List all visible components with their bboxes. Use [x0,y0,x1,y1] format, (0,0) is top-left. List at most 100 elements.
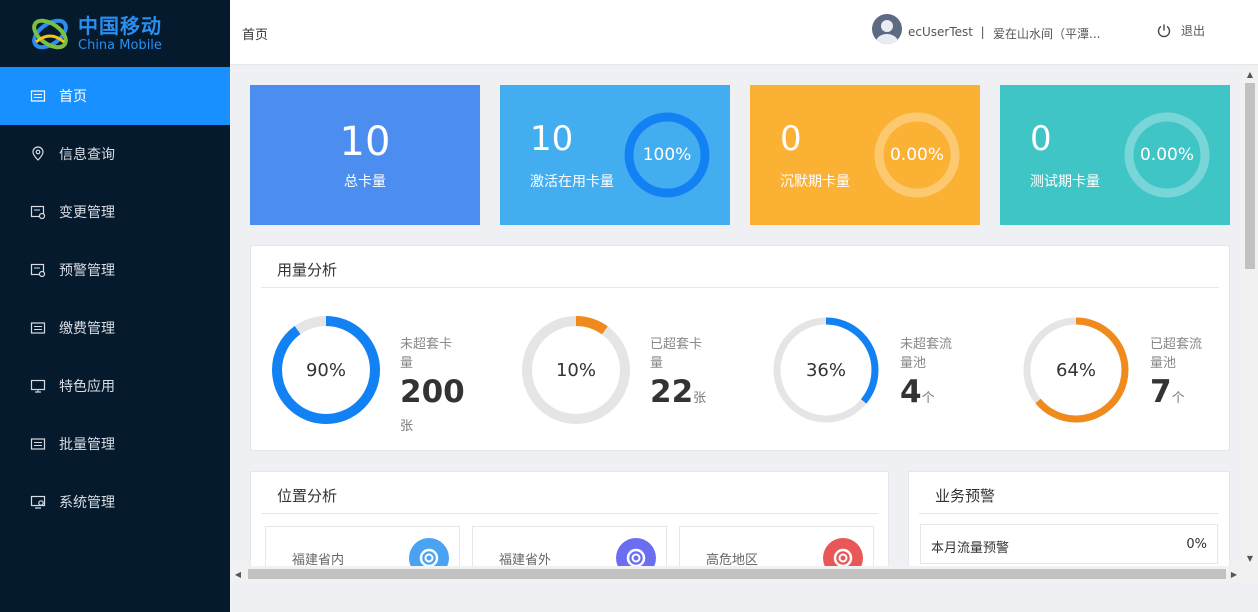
user-avatar-icon [876,20,898,44]
stat-percent: 100% [642,145,692,165]
usage-label: 已超套流量池 [1150,337,1203,371]
breadcrumb[interactable]: 首页 [242,24,268,43]
stat-label: 激活在用卡量 [530,174,614,190]
sidebar-item-label: 缴费管理 [59,321,115,337]
usage-unit: 张 [693,391,707,406]
sidebar-item-info-query[interactable]: 信息查询 [0,125,230,183]
sidebar-item-label: 特色应用 [59,379,115,395]
sidebar-item-batch-management[interactable]: 批量管理 [0,415,230,473]
sidebar-item-label: 变更管理 [59,205,115,221]
location-label: 高危地区 [706,553,759,566]
stat-card-silent[interactable]: 0 沉默期卡量 0.00% [750,85,980,225]
location-panel: 位置分析 福建省内 福建省外 高危地区 [250,471,889,566]
lifebuoy-icon [823,538,863,566]
header-separator: | [980,25,985,39]
usage-value: 22张 [650,374,706,410]
usage-value: 7个 [1150,374,1185,410]
sidebar-item-change-management[interactable]: 变更管理 [0,183,230,241]
lifebuoy-icon [616,538,656,566]
brand-name-cn: 中国移动 [78,13,162,38]
sidebar-item-label: 信息查询 [59,147,115,163]
top-header: 首页 ecUserTest | 爱在山水间（平潭... 退出 [230,0,1258,65]
usage-unit: 个 [921,391,935,406]
location-card[interactable]: 福建省外 [472,526,667,566]
test-ring: 0.00% [1123,111,1211,199]
home-icon [30,88,46,104]
scroll-thumb[interactable] [248,569,1226,579]
vertical-scrollbar[interactable]: ▲ ▼ [1242,66,1258,566]
sidebar-item-home[interactable]: 首页 [0,67,230,125]
china-mobile-logo-icon [32,18,68,49]
scroll-right-icon[interactable]: ▶ [1226,566,1242,582]
sidebar-item-label: 首页 [59,89,87,105]
usage-unit: 个 [1171,391,1185,406]
horizontal-scrollbar[interactable]: ◀ ▶ [230,566,1258,582]
warning-row[interactable]: 本月流量预警 0% [920,524,1218,564]
warning-value: 0% [1186,537,1207,552]
stat-card-total[interactable]: 10 总卡量 [250,85,480,225]
location-card[interactable]: 福建省内 [265,526,460,566]
scroll-thumb[interactable] [1245,83,1255,269]
company-name[interactable]: 爱在山水间（平潭... [993,25,1100,42]
location-label: 福建省内 [292,553,345,566]
stat-label: 测试期卡量 [1030,174,1100,190]
panel-title: 位置分析 [277,487,338,505]
sidebar-item-featured-apps[interactable]: 特色应用 [0,357,230,415]
usage-item[interactable]: 90% 未超套卡量 200 张 [270,314,520,434]
usage-unit: 张 [400,419,414,434]
sidebar-item-alert-management[interactable]: 预警管理 [0,241,230,299]
usage-value-number: 7 [1150,374,1172,410]
logout-button[interactable]: 退出 [1156,22,1205,39]
panel-title: 用量分析 [277,261,338,279]
alert-icon [30,262,46,278]
divider [261,287,1219,288]
monitor-icon [30,378,46,394]
logo[interactable]: 中国移动 China Mobile [0,0,230,67]
stat-value: 0 [780,119,802,159]
avatar[interactable] [872,14,902,44]
silent-ring: 0.00% [873,111,961,199]
usage-label: 未超套流量池 [900,337,953,371]
stat-card-active[interactable]: 10 激活在用卡量 100% [500,85,730,225]
sidebar-item-label: 系统管理 [59,495,115,511]
usage-value: 4个 [900,374,935,410]
settings-icon [30,494,46,510]
sidebar: 中国移动 China Mobile 首页 信息查询 变更管理 预警管理 缴费管理 [0,0,230,612]
usage-percent: 64% [1055,359,1096,381]
stat-percent: 0.00% [889,145,944,165]
logout-label: 退出 [1181,24,1206,38]
usage-item[interactable]: 64% 已超套流量池 7个 [1020,314,1242,426]
stat-value: 10 [530,119,574,159]
usage-panel: 用量分析 90% 未超套卡量 200 张 10% 已超套卡量 22张 36% 未… [250,245,1230,451]
usage-percent: 90% [305,359,346,381]
location-label: 福建省外 [499,553,552,566]
scroll-up-icon[interactable]: ▲ [1242,66,1258,82]
stat-label: 总卡量 [344,174,386,190]
change-icon [30,204,46,220]
username[interactable]: ecUserTest | [908,25,985,39]
usage-value-number: 22 [650,374,694,410]
warning-label: 本月流量预警 [931,541,1010,556]
sidebar-item-payment-management[interactable]: 缴费管理 [0,299,230,357]
usage-value-number: 4 [900,374,922,410]
usage-item[interactable]: 10% 已超套卡量 22张 [520,314,770,426]
stat-label: 沉默期卡量 [780,174,850,190]
batch-icon [30,436,46,452]
brand-name-en: China Mobile [78,37,162,53]
active-ring: 100% [623,111,711,199]
sidebar-item-label: 批量管理 [59,437,115,453]
stat-card-test[interactable]: 0 测试期卡量 0.00% [1000,85,1230,225]
power-icon [1157,24,1171,37]
scroll-left-icon[interactable]: ◀ [230,566,246,582]
lifebuoy-icon [409,538,449,566]
main-content: 10 总卡量 10 激活在用卡量 100% 0 沉默期卡量 0.00% 0 测试… [230,66,1242,566]
panel-title: 业务预警 [935,487,996,505]
location-pin-icon [30,146,46,162]
divider [261,513,878,514]
usage-item[interactable]: 36% 未超套流量池 4个 [770,314,1020,426]
location-card[interactable]: 高危地区 [679,526,874,566]
sidebar-item-system-management[interactable]: 系统管理 [0,473,230,531]
usage-label: 已超套卡量 [650,337,703,371]
scroll-down-icon[interactable]: ▼ [1242,550,1258,566]
usage-percent: 36% [805,359,846,381]
